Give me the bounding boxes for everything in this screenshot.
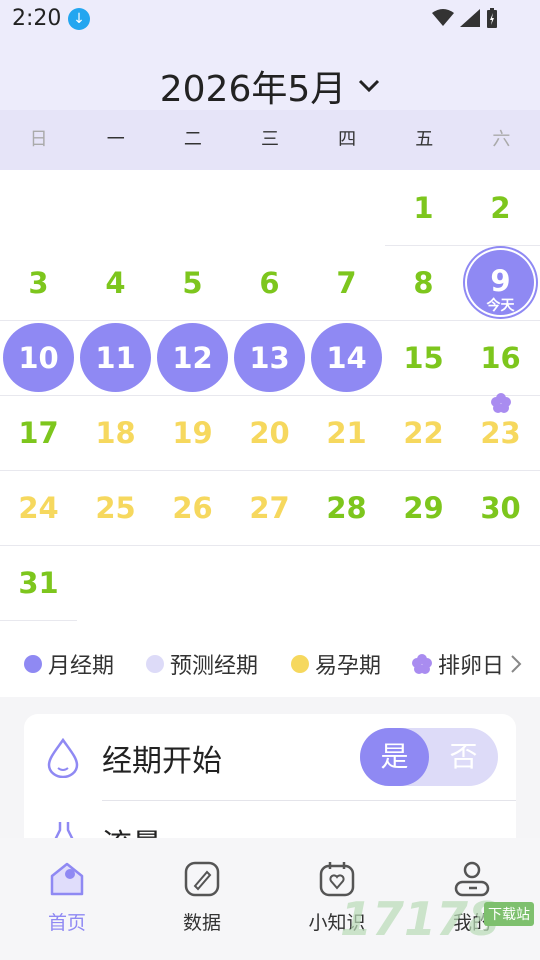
day-cell[interactable]: 31 [0,545,77,620]
month-title: 2026年5月 [159,69,347,110]
day-cell[interactable]: 29 [385,470,462,545]
home-icon [50,862,84,896]
day-cell[interactable]: 4 [77,245,154,320]
drop-icon [47,738,79,778]
day-cell[interactable]: 5 [154,245,231,320]
chevron-right-icon [511,655,522,673]
fertile-dot-icon [291,655,309,673]
legend-fertile: 易孕期 [291,648,381,680]
weekday-label: 四 [338,129,357,150]
day-cell[interactable]: 16 [462,320,539,395]
day-cell[interactable]: 18 [77,395,154,470]
day-cell[interactable]: 1 [385,170,462,245]
period-start-label: 经期开始 [102,744,222,779]
legend: 月经期 预测经期 易孕期 排卵日 [0,622,540,697]
tab-data-label: 数据 [182,912,221,934]
day-cell[interactable]: 19 [154,395,231,470]
day-cell[interactable]: 26 [154,470,231,545]
status-icons [432,8,498,28]
period-dot-icon [24,655,42,673]
day-cell-today[interactable]: 9 今天 [462,245,539,320]
wifi-icon [432,9,454,26]
day-cell[interactable]: 6 [231,245,308,320]
period-start-toggle[interactable]: 是 否 [360,728,498,786]
tab-home-label: 首页 [47,912,86,934]
weekday-label: 三 [260,129,279,150]
download-icon: ↓ [68,8,90,30]
status-bar: 2:20 ↓ [0,0,540,40]
no-option[interactable]: 否 [429,728,498,786]
day-cell[interactable]: 10 [0,320,77,395]
tab-data[interactable]: 数据 [152,860,252,935]
day-cell[interactable]: 14 [308,320,385,395]
weekday-label: 日 [29,129,48,150]
predicted-dot-icon [146,655,164,673]
battery-icon [487,8,497,28]
day-cell[interactable]: 15 [385,320,462,395]
day-cell[interactable]: 23 [462,393,539,470]
legend-ovulation: 排卵日 [412,648,522,680]
day-cell[interactable]: 12 [154,320,231,395]
weekday-label: 五 [415,129,434,150]
calendar-grid: 1 2 3 4 5 6 7 8 9 今天 10 11 12 13 14 15 1… [0,170,540,697]
weekday-label: 二 [183,129,202,150]
day-cell[interactable]: 13 [231,320,308,395]
day-cell[interactable]: 27 [231,470,308,545]
divider [102,800,516,801]
signal-icon [460,9,480,27]
today-label: 今天 [486,298,515,314]
day-cell[interactable]: 25 [77,470,154,545]
day-cell[interactable]: 11 [77,320,154,395]
day-cell[interactable]: 20 [231,395,308,470]
watermark-badge: 下载站 [484,902,534,926]
day-cell[interactable]: 24 [0,470,77,545]
month-selector[interactable]: 2026年5月 [0,62,540,110]
day-cell[interactable]: 28 [308,470,385,545]
weekday-label: 六 [492,129,511,150]
status-time: 2:20 [12,6,62,31]
flower-icon [412,654,432,674]
chevron-down-icon [359,79,380,93]
watermark-logo: 17178 [340,892,501,946]
period-card: 经期开始 是 否 流量 [24,714,516,863]
tab-home[interactable]: 首页 [17,860,117,935]
legend-predicted: 预测经期 [146,648,258,680]
day-cell[interactable]: 30 [462,470,539,545]
day-cell[interactable]: 21 [308,395,385,470]
day-cell[interactable]: 2 [462,170,539,245]
day-cell[interactable]: 17 [0,395,77,470]
yes-option[interactable]: 是 [360,728,429,786]
day-cell[interactable]: 22 [385,395,462,470]
weekday-header: 日 一 二 三 四 五 六 [0,110,540,170]
legend-period: 月经期 [24,648,114,680]
weekday-label: 一 [106,129,125,150]
pencil-note-icon [184,861,220,897]
day-cell[interactable]: 3 [0,245,77,320]
day-cell[interactable]: 7 [308,245,385,320]
day-cell[interactable]: 8 [385,245,462,320]
